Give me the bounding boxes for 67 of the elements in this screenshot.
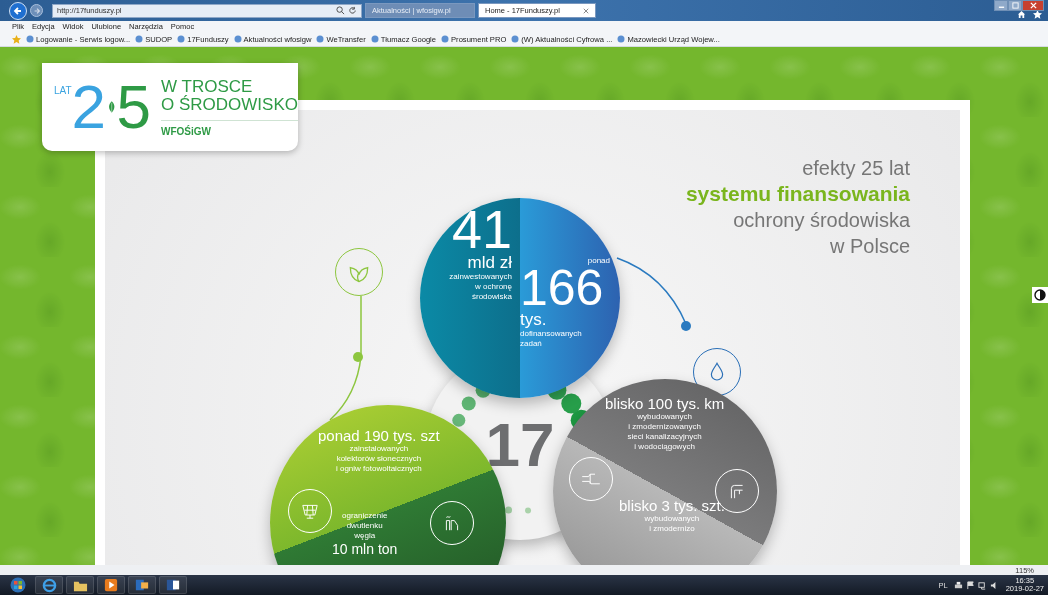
- stat-caption: zadań: [520, 339, 543, 349]
- headline-text: w Polsce: [828, 234, 910, 259]
- flag-icon[interactable]: [965, 580, 975, 590]
- stat-caption: ograniczenie: [342, 511, 388, 521]
- stat-caption: i ogniw fotowoltaicznych: [335, 464, 422, 474]
- logo-title: O ŚRODOWISKO: [161, 95, 298, 114]
- network-icon[interactable]: [977, 580, 987, 590]
- stat-value: 41: [450, 204, 512, 254]
- back-arrow-icon[interactable]: [13, 5, 23, 16]
- back-button[interactable]: [9, 1, 27, 20]
- printer-icon[interactable]: [953, 580, 963, 590]
- stat-caption: i zmodernizowanych: [628, 422, 701, 432]
- stat-caption: kolektorów słonecznych: [336, 454, 422, 464]
- stat-caption: zainstalowanych: [349, 444, 409, 454]
- logo-title: W TROSCE: [161, 77, 253, 96]
- stat-value: 166: [520, 265, 604, 311]
- mail-icon[interactable]: [135, 578, 149, 592]
- stat-unit: mld zł: [466, 254, 512, 272]
- stat-headline: 10 mln ton: [332, 541, 398, 558]
- search-icon[interactable]: [336, 6, 345, 15]
- stat-prefix: ponad: [586, 256, 610, 265]
- star-icon[interactable]: [1033, 9, 1042, 19]
- mail-app-button[interactable]: [128, 576, 156, 594]
- headline-text: systemu finansowania: [685, 181, 910, 207]
- folder-app-button[interactable]: [66, 576, 94, 594]
- stat-caption: w ochronę: [474, 282, 512, 292]
- site-icon[interactable]: [26, 35, 34, 43]
- center-number: 17: [485, 414, 555, 476]
- stat-headline: blisko 3 tys. szt.: [619, 497, 725, 514]
- stat-unit: tys.: [520, 311, 548, 329]
- media-player-app-button[interactable]: [97, 576, 125, 594]
- site-icon[interactable]: [441, 35, 450, 43]
- refresh-icon[interactable]: [348, 6, 357, 15]
- headline-text: ochrony środowiska: [732, 208, 910, 233]
- site-icon[interactable]: [316, 35, 325, 43]
- headline-text: efekty 25 lat: [801, 156, 910, 181]
- site-icon[interactable]: [511, 35, 520, 43]
- close-icon[interactable]: [583, 7, 589, 14]
- logo-org: WFOŚiGW: [161, 119, 298, 137]
- stat-caption: środowiska: [471, 292, 512, 302]
- browser-app-button[interactable]: [35, 576, 63, 594]
- stat-headline: ponad 190 tys. szt: [318, 427, 440, 444]
- site-icon[interactable]: [135, 35, 144, 43]
- site-icon[interactable]: [370, 35, 379, 43]
- stat-caption: dwutlenku: [346, 521, 383, 531]
- document-app-button[interactable]: [159, 576, 187, 594]
- home-icon[interactable]: [1017, 9, 1026, 19]
- windows-logo-icon[interactable]: [10, 577, 26, 593]
- site-icon[interactable]: [177, 35, 186, 43]
- logo-digit: 5: [116, 76, 152, 138]
- document-icon[interactable]: [166, 578, 180, 592]
- browser-icon[interactable]: [41, 577, 57, 593]
- stat-caption: i wodociągowych: [634, 442, 695, 452]
- stat-headline: blisko 100 tys. km: [605, 395, 725, 412]
- logo-badge-text: LAT: [54, 85, 72, 96]
- site-icon[interactable]: [233, 35, 242, 43]
- stat-caption: zainwestowanych: [449, 272, 512, 282]
- stat-caption: wybudowanych: [637, 412, 692, 422]
- site-icon[interactable]: [617, 35, 626, 43]
- logo-digit: 2: [71, 76, 107, 138]
- favorites-star-icon[interactable]: [12, 34, 21, 44]
- close-button[interactable]: [1022, 0, 1044, 11]
- stat-caption: dofinansowanych: [520, 329, 583, 339]
- play-icon[interactable]: [104, 578, 118, 592]
- stat-caption: sieci kanalizacyjnych: [627, 432, 702, 442]
- stat-caption: wybudowanych: [644, 514, 700, 524]
- stat-caption: węgla: [354, 531, 376, 541]
